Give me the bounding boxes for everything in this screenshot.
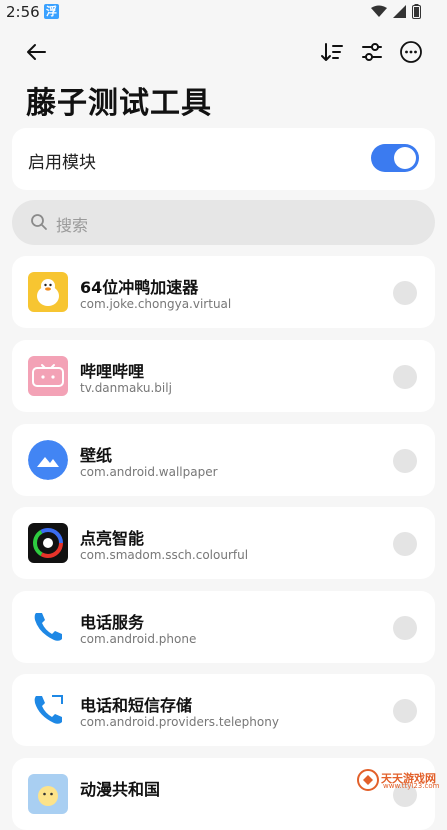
app-name: 电话和短信存储 (80, 696, 193, 715)
app-package: com.android.phone (80, 632, 197, 646)
duck-icon (28, 272, 68, 312)
phone-icon (28, 607, 68, 647)
toggle-knob (394, 147, 416, 169)
sort-button[interactable] (310, 30, 354, 74)
app-list-item[interactable]: 点亮智能 com.smadom.ssch.colourful (12, 507, 435, 579)
app-package: com.android.providers.telephony (80, 715, 279, 729)
anime-icon (28, 774, 68, 814)
status-bar: 2:56 浮 (0, 0, 447, 26)
app-list-item[interactable]: 哔哩哔哩 tv.danmaku.bilj (12, 340, 435, 412)
app-package: com.joke.chongya.virtual (80, 297, 232, 311)
app-name: 电话服务 (80, 613, 145, 632)
bilibili-icon (28, 356, 68, 396)
color-wheel-icon (28, 523, 68, 563)
enable-module-toggle[interactable] (371, 144, 419, 172)
battery-icon (412, 4, 421, 19)
arrow-left-icon (27, 44, 46, 60)
app-name: 哔哩哔哩 (80, 362, 145, 381)
app-select-checkbox[interactable] (393, 449, 417, 473)
notification-app-icon: 浮 (44, 4, 59, 19)
more-horizontal-icon (400, 41, 422, 63)
sort-icon (321, 43, 343, 61)
app-list-item[interactable]: 64位冲鸭加速器 com.joke.chongya.virtual (12, 256, 435, 328)
page-title: 藤子测试工具 (26, 86, 212, 121)
phone-storage-icon (28, 690, 68, 730)
enable-module-row[interactable]: 启用模块 (12, 128, 435, 190)
app-select-checkbox[interactable] (393, 699, 417, 723)
sliders-icon (362, 43, 382, 61)
app-package: com.smadom.ssch.colourful (80, 548, 249, 562)
app-name: 点亮智能 (80, 529, 145, 548)
enable-module-label: 启用模块 (28, 153, 96, 173)
search-icon (31, 214, 47, 230)
app-name: 64位冲鸭加速器 (80, 278, 199, 297)
app-list-item[interactable]: 电话和短信存储 com.android.providers.telephony (12, 674, 435, 746)
app-name: 壁纸 (80, 446, 113, 465)
signal-icon (393, 5, 406, 18)
status-time: 2:56 (6, 3, 40, 21)
app-list-item[interactable]: 壁纸 com.android.wallpaper (12, 424, 435, 496)
app-package: com.android.wallpaper (80, 465, 218, 479)
app-select-checkbox[interactable] (393, 532, 417, 556)
search-placeholder: 搜索 (56, 216, 89, 235)
status-indicators (371, 4, 421, 19)
back-button[interactable] (14, 30, 58, 74)
watermark-logo-icon (357, 769, 379, 791)
app-name: 动漫共和国 (80, 780, 161, 799)
app-select-checkbox[interactable] (393, 281, 417, 305)
app-select-checkbox[interactable] (393, 365, 417, 389)
app-list-item[interactable]: 电话服务 com.android.phone (12, 591, 435, 663)
watermark-url: www.ttyl23.com (383, 782, 440, 790)
more-options-button[interactable] (389, 30, 433, 74)
search-input[interactable]: 搜索 (12, 200, 435, 245)
watermark: 天天游戏网 www.ttyl23.com (355, 768, 441, 792)
filter-button[interactable] (350, 30, 394, 74)
app-package: tv.danmaku.bilj (80, 381, 172, 395)
wifi-icon (371, 5, 387, 17)
wallpaper-icon (28, 440, 68, 480)
app-select-checkbox[interactable] (393, 616, 417, 640)
top-app-bar (0, 30, 447, 76)
